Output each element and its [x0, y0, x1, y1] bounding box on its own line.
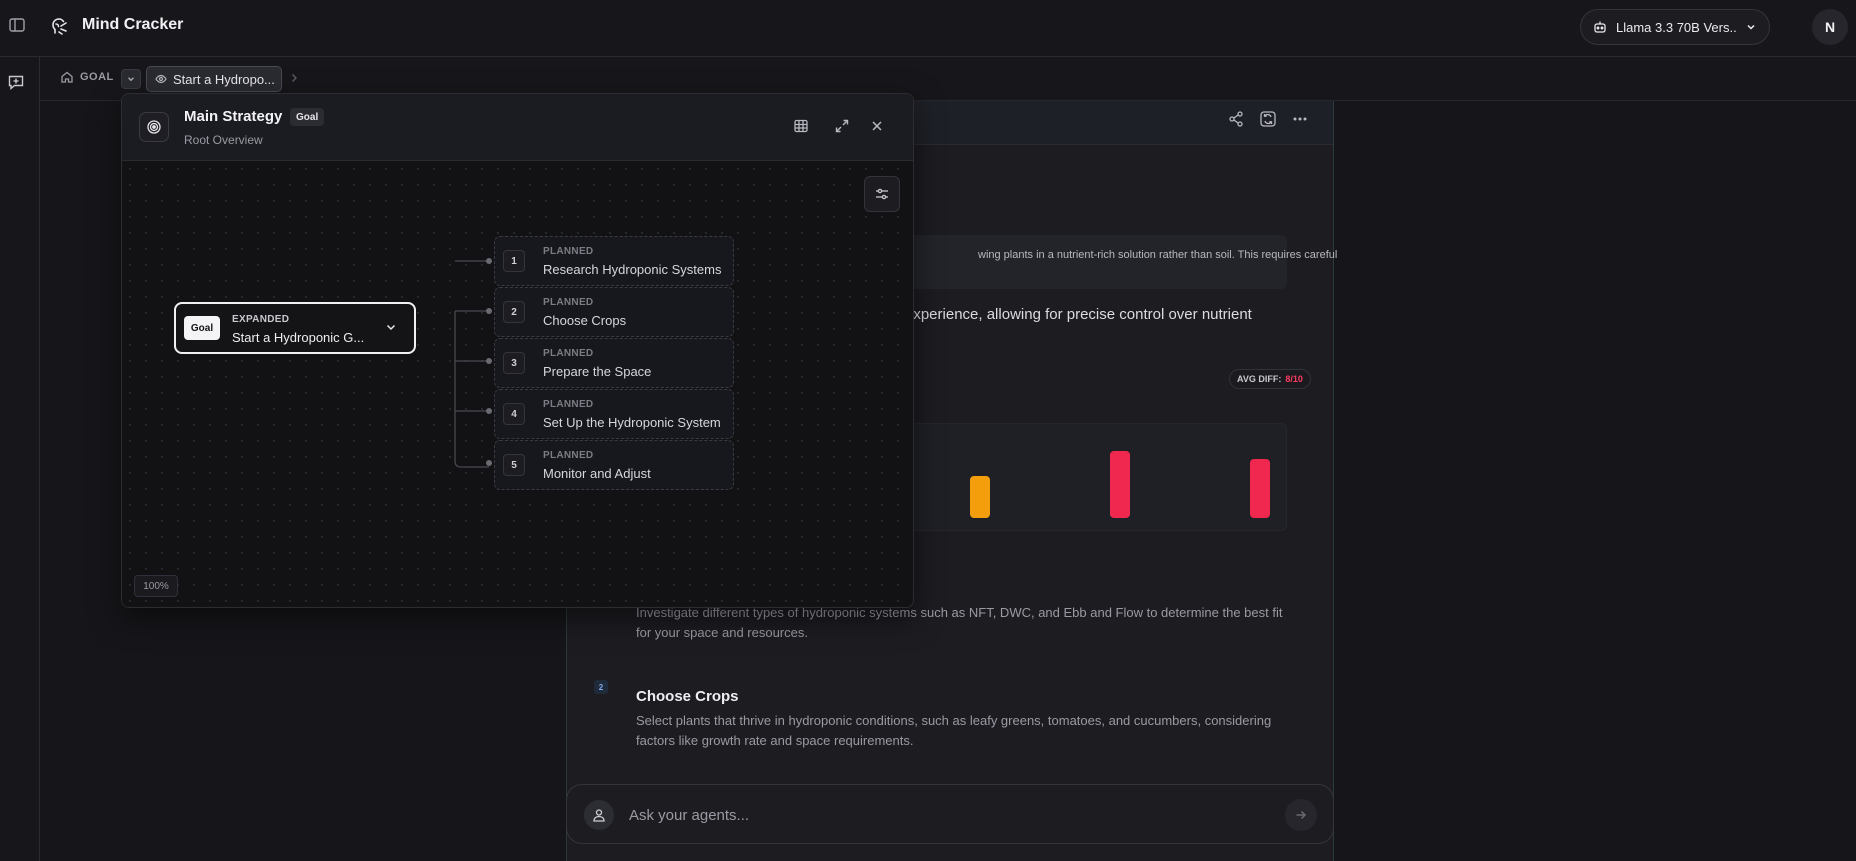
strategy-canvas[interactable]: Goal EXPANDED Start a Hydroponic G... 1 …	[122, 161, 913, 607]
breadcrumb-goal[interactable]: GOAL	[60, 70, 114, 84]
child-node[interactable]: 3 PLANNED Prepare the Space	[494, 338, 734, 388]
difficulty-bar	[1250, 459, 1270, 518]
child-number: 5	[503, 454, 525, 476]
panel-badge: Goal	[290, 108, 325, 126]
brain-logo-icon	[48, 15, 70, 37]
chevron-down-icon	[126, 74, 136, 84]
new-chat-icon[interactable]	[7, 73, 25, 91]
chevron-right-icon	[288, 72, 300, 84]
child-label: Prepare the Space	[543, 364, 652, 379]
child-status: PLANNED	[543, 297, 594, 308]
refresh-icon[interactable]	[1259, 110, 1277, 128]
ask-input[interactable]	[629, 801, 1229, 829]
task-number-badge: 2	[594, 680, 608, 694]
panel-subtitle: Root Overview	[184, 133, 263, 147]
close-icon[interactable]	[866, 115, 888, 137]
share-icon[interactable]	[1227, 110, 1245, 128]
panel-header: Main Strategy Goal Root Overview	[122, 94, 913, 161]
child-node[interactable]: 5 PLANNED Monitor and Adjust	[494, 440, 734, 490]
avg-difficulty-value: 8/10	[1285, 374, 1303, 384]
child-number: 2	[503, 301, 525, 323]
goal-chip: Goal	[184, 316, 220, 340]
model-selector-label: Llama 3.3 70B Vers...	[1616, 19, 1736, 35]
child-label: Research Hydroponic Systems	[543, 262, 722, 277]
goal-description-text: wing plants in a nutrient-rich solution …	[978, 249, 1338, 261]
child-number: 3	[503, 352, 525, 374]
task-description: Investigate different types of hydroponi…	[636, 605, 1283, 640]
child-node[interactable]: 4 PLANNED Set Up the Hydroponic System	[494, 389, 734, 439]
agent-avatar-icon[interactable]	[584, 800, 614, 830]
difficulty-bar	[1110, 451, 1130, 518]
strategy-map-panel: Main Strategy Goal Root Overview Goal EX…	[121, 93, 914, 608]
more-options-icon[interactable]	[1291, 110, 1309, 128]
difficulty-bar	[970, 476, 990, 518]
goal-paragraph: experience, allowing for precise control…	[905, 306, 1252, 323]
arrow-right-icon	[1294, 808, 1308, 822]
user-avatar[interactable]: N	[1812, 9, 1848, 45]
child-number: 4	[503, 403, 525, 425]
breadcrumb-current-label: Start a Hydropo...	[173, 71, 275, 87]
composer	[566, 784, 1334, 844]
sliders-icon	[874, 186, 890, 202]
expand-icon[interactable]	[831, 115, 853, 137]
eye-icon	[155, 73, 167, 85]
breadcrumb-dropdown-button[interactable]	[121, 69, 141, 89]
child-status: PLANNED	[543, 348, 594, 359]
child-status: PLANNED	[543, 450, 594, 461]
root-goal-node[interactable]: Goal EXPANDED Start a Hydroponic G...	[174, 302, 416, 354]
canvas-settings-button[interactable]	[864, 176, 900, 212]
node-label: Start a Hydroponic G...	[232, 330, 365, 345]
zoom-level: 100%	[134, 575, 178, 597]
task-title[interactable]: Choose Crops	[636, 688, 739, 705]
home-icon	[60, 70, 74, 84]
send-button[interactable]	[1285, 799, 1317, 831]
breadcrumb-goal-label: GOAL	[80, 71, 114, 83]
panel-title: Main Strategy	[184, 108, 283, 125]
chevron-down-icon	[1745, 21, 1757, 33]
child-node[interactable]: 1 PLANNED Research Hydroponic Systems	[494, 236, 734, 286]
breadcrumb-current[interactable]: Start a Hydropo...	[146, 66, 282, 92]
avg-difficulty-badge: AVG DIFF: 8/10	[1229, 369, 1311, 389]
target-icon	[139, 112, 169, 142]
avg-difficulty-label: AVG DIFF:	[1237, 374, 1282, 384]
sidebar-toggle-icon[interactable]	[8, 16, 26, 34]
model-selector[interactable]: Llama 3.3 70B Vers...	[1580, 9, 1770, 45]
grid-view-icon[interactable]	[790, 115, 812, 137]
child-label: Monitor and Adjust	[543, 466, 651, 481]
child-status: PLANNED	[543, 246, 594, 257]
left-rail	[0, 57, 40, 861]
node-status: EXPANDED	[232, 314, 290, 325]
child-label: Set Up the Hydroponic System	[543, 415, 721, 430]
child-number: 1	[503, 250, 525, 272]
child-status: PLANNED	[543, 399, 594, 410]
top-bar: Mind Cracker Llama 3.3 70B Vers... N	[0, 0, 1856, 57]
child-label: Choose Crops	[543, 313, 627, 328]
chevron-down-icon[interactable]	[384, 320, 398, 334]
app-title: Mind Cracker	[82, 16, 184, 33]
task-description: Select plants that thrive in hydroponic …	[636, 713, 1272, 748]
bot-icon	[1593, 20, 1607, 34]
child-node[interactable]: 2 PLANNED Choose Crops	[494, 287, 734, 337]
